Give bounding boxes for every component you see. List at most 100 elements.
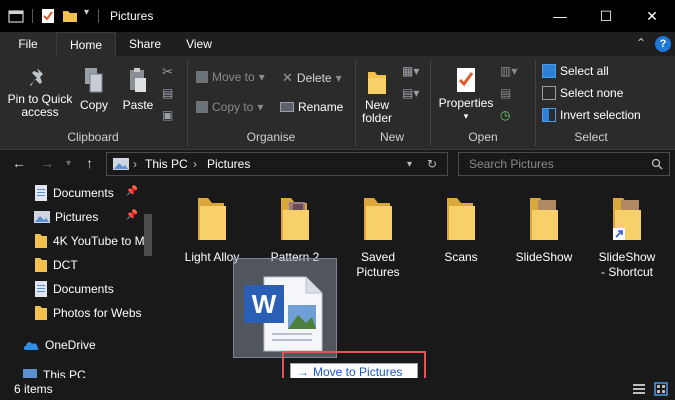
select-all-button[interactable]: Select all bbox=[542, 64, 609, 78]
pinned-icon: 📌 bbox=[125, 186, 138, 197]
nav-item-onedrive[interactable]: OneDrive bbox=[0, 334, 150, 356]
new-folder-quick-icon[interactable] bbox=[62, 8, 78, 24]
move-to-button[interactable]: Move to ▾ bbox=[196, 70, 265, 84]
move-arrow-icon: → bbox=[297, 365, 309, 379]
tab-file[interactable]: File bbox=[0, 32, 56, 56]
folder-icon bbox=[447, 198, 475, 240]
group-label-select: Select bbox=[574, 130, 608, 144]
tab-home[interactable]: Home bbox=[56, 32, 116, 56]
nav-item-pictures-pinned[interactable]: Pictures 📌 bbox=[0, 206, 150, 228]
breadcrumb-pictures[interactable]: Pictures bbox=[207, 157, 250, 171]
cut-icon[interactable]: ✂ bbox=[162, 64, 173, 80]
nav-item-this-pc[interactable]: This PC bbox=[0, 364, 150, 378]
maximize-button[interactable]: ☐ bbox=[583, 0, 629, 32]
details-view-icon[interactable] bbox=[632, 382, 646, 396]
up-arrow-icon[interactable]: ↑ bbox=[86, 155, 93, 171]
shortcut-slideshow[interactable]: SlideShow - Shortcut bbox=[587, 194, 667, 280]
folder-pattern-2[interactable]: Pattern 2 bbox=[255, 194, 335, 265]
breadcrumb-this-pc[interactable]: This PC bbox=[145, 157, 188, 171]
invert-selection-button[interactable]: Invert selection bbox=[542, 108, 641, 122]
folder-scans[interactable]: Scans bbox=[421, 194, 501, 265]
new-item-icon[interactable]: ▦▾ bbox=[402, 64, 419, 78]
back-arrow-icon[interactable]: ← bbox=[12, 155, 26, 171]
search-box[interactable]: Search Pictures bbox=[458, 152, 670, 176]
window-title: Pictures bbox=[110, 9, 154, 23]
nav-item-documents-pinned[interactable]: Documents 📌 bbox=[0, 182, 150, 204]
group-label-clipboard: Clipboard bbox=[67, 130, 119, 144]
copy-path-icon[interactable]: ▤ bbox=[162, 86, 173, 100]
nav-item-documents[interactable]: Documents bbox=[0, 278, 150, 300]
status-bar: 6 items bbox=[0, 378, 675, 400]
folder-light-alloy[interactable]: Light Alloy bbox=[172, 194, 252, 265]
minimize-button[interactable]: — bbox=[537, 0, 583, 32]
collapse-ribbon-icon[interactable]: ⌃ bbox=[636, 36, 646, 50]
recent-locations-icon[interactable]: ▾ bbox=[66, 158, 71, 169]
close-button[interactable]: ✕ bbox=[629, 0, 675, 32]
navigation-bar: ← → ▾ ↑ › This PC › Pictures ▾ ↻ Search … bbox=[0, 150, 675, 178]
properties-icon bbox=[457, 68, 475, 92]
edit-icon[interactable]: ▤ bbox=[500, 86, 511, 100]
forward-arrow-icon[interactable]: → bbox=[40, 155, 54, 171]
rename-icon bbox=[280, 102, 294, 112]
open-icon[interactable]: ▥▾ bbox=[500, 64, 517, 78]
copy-button[interactable]: Copy bbox=[76, 66, 112, 112]
svg-text:W: W bbox=[252, 289, 277, 319]
help-icon[interactable]: ? bbox=[655, 36, 671, 52]
tab-share[interactable]: Share bbox=[118, 32, 172, 56]
tab-view[interactable]: View bbox=[174, 32, 224, 56]
select-all-icon bbox=[542, 64, 556, 78]
breadcrumb-chevron[interactable]: › bbox=[193, 157, 197, 171]
pinned-icon: 📌 bbox=[125, 210, 138, 221]
title-separator bbox=[98, 9, 99, 23]
folder-icon bbox=[198, 198, 226, 240]
scrollbar-thumb[interactable] bbox=[144, 214, 152, 256]
photo-folder-icon bbox=[281, 198, 309, 240]
nav-item-dct[interactable]: DCT bbox=[0, 254, 150, 276]
nav-item-photos-for-webs[interactable]: Photos for Webs bbox=[0, 302, 150, 324]
nav-pane-scrollbar[interactable] bbox=[142, 178, 154, 378]
onedrive-icon bbox=[23, 342, 39, 350]
paste-shortcut-icon[interactable]: ▣ bbox=[162, 108, 173, 122]
easy-access-icon[interactable]: ▤▾ bbox=[402, 86, 419, 100]
history-icon[interactable]: ◷ bbox=[500, 108, 510, 122]
pin-icon bbox=[30, 68, 43, 86]
select-none-icon bbox=[542, 86, 556, 100]
move-to-icon bbox=[196, 71, 208, 83]
folder-icon bbox=[35, 234, 47, 248]
address-bar[interactable]: › This PC › Pictures ▾ ↻ bbox=[106, 152, 448, 176]
pin-to-quick-access-button[interactable]: Pin to Quick access bbox=[6, 66, 74, 119]
group-label-organise: Organise bbox=[246, 130, 296, 144]
nav-item-4k-youtube[interactable]: 4K YouTube to M bbox=[0, 230, 150, 252]
shortcut-folder-icon bbox=[613, 198, 641, 240]
pc-icon bbox=[23, 369, 37, 378]
ribbon: Pin to Quick access Copy Paste ✂ ▤ ▣ Cli… bbox=[0, 56, 675, 150]
search-input[interactable]: Search Pictures bbox=[469, 157, 554, 171]
photo-folder-icon bbox=[530, 198, 558, 240]
explorer-app-icon[interactable] bbox=[8, 8, 24, 24]
select-none-button[interactable]: Select none bbox=[542, 86, 623, 100]
folder-saved-pictures[interactable]: Saved Pictures bbox=[338, 194, 418, 280]
documents-icon bbox=[35, 185, 47, 201]
rename-button[interactable]: Rename bbox=[280, 100, 343, 114]
copy-to-icon bbox=[196, 101, 208, 113]
pictures-icon bbox=[34, 211, 50, 223]
customize-quick-access-icon[interactable]: ▾ bbox=[84, 7, 89, 18]
properties-quick-icon[interactable] bbox=[40, 8, 56, 24]
breadcrumb-chevron[interactable]: › bbox=[133, 157, 137, 171]
drag-preview: W bbox=[233, 258, 337, 358]
title-bar: ▾ Pictures — ☐ ✕ bbox=[0, 0, 675, 32]
delete-button[interactable]: ✕ Delete ▾ bbox=[282, 70, 342, 86]
paste-icon bbox=[130, 68, 146, 92]
drag-tooltip-text: Move to Pictures bbox=[313, 365, 403, 379]
new-folder-button[interactable]: New folder bbox=[358, 66, 396, 125]
paste-button[interactable]: Paste bbox=[118, 66, 158, 112]
folder-slideshow[interactable]: SlideShow bbox=[504, 194, 584, 265]
group-label-open: Open bbox=[468, 130, 498, 144]
address-dropdown-icon[interactable]: ▾ bbox=[407, 159, 412, 170]
refresh-icon[interactable]: ↻ bbox=[427, 157, 437, 171]
folder-icon bbox=[35, 258, 47, 272]
properties-button[interactable]: Properties ▾ bbox=[436, 66, 496, 123]
large-icons-view-icon[interactable] bbox=[654, 382, 668, 396]
copy-to-button[interactable]: Copy to ▾ bbox=[196, 100, 263, 114]
group-separator bbox=[430, 60, 431, 146]
